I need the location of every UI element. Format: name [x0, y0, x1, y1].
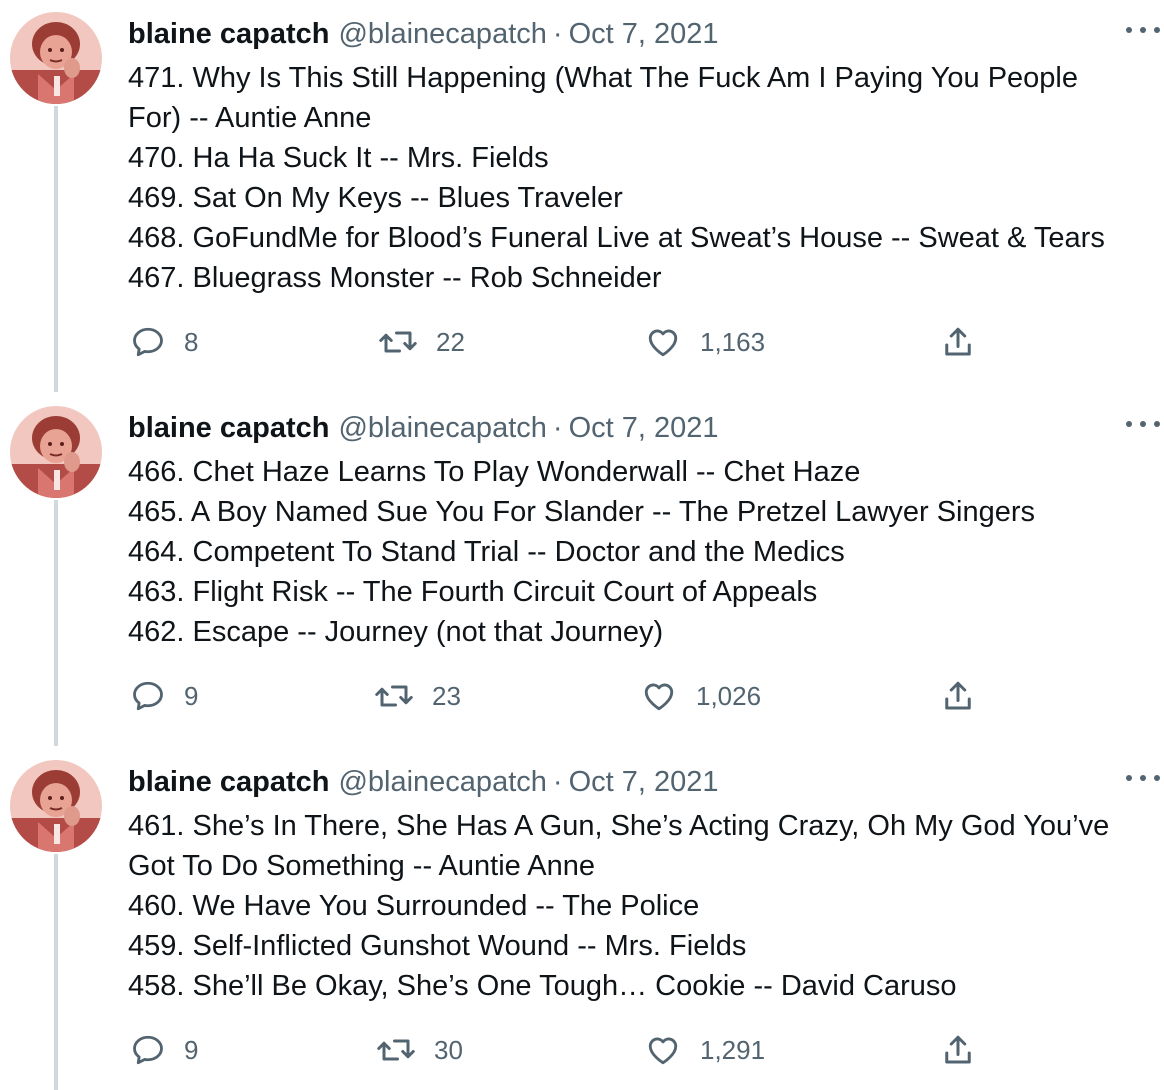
tweet-text-line: 468. GoFundMe for Blood’s Funeral Live a…	[128, 222, 1105, 254]
heart-icon	[648, 329, 678, 357]
tweet-actions: 8 22 1,163	[128, 322, 988, 362]
tweet-date[interactable]: Oct 7, 2021	[569, 412, 719, 445]
author-handle[interactable]: @blainecapatch	[338, 412, 546, 445]
like-button[interactable]: 1,163	[644, 322, 765, 362]
more-options-icon[interactable]	[1126, 20, 1160, 40]
like-count: 1,163	[700, 326, 766, 357]
like-button[interactable]: 1,026	[640, 676, 761, 716]
tweet-text-line: 461. She’s In There, She Has A Gun, She’…	[128, 810, 1110, 842]
share-button[interactable]	[940, 322, 976, 362]
heart-icon	[644, 683, 674, 711]
author-name[interactable]: blaine capatch	[128, 766, 329, 799]
share-icon	[945, 327, 971, 356]
more-options-icon[interactable]	[1126, 414, 1160, 434]
avatar[interactable]	[10, 12, 102, 104]
header-separator: ·	[552, 765, 563, 798]
tweet-header: blaine capatch @blainecapatch · Oct 7, 2…	[128, 762, 719, 802]
author-handle[interactable]: @blainecapatch	[338, 18, 546, 51]
share-button[interactable]	[940, 1030, 976, 1070]
avatar[interactable]	[10, 760, 102, 852]
tweet-text-line: 469. Sat On My Keys -- Blues Traveler	[128, 182, 623, 214]
reply-button[interactable]: 9	[130, 1030, 198, 1070]
like-count: 1,291	[700, 1034, 766, 1065]
header-separator: ·	[552, 411, 563, 444]
tweet-text-line: 459. Self-Inflicted Gunshot Wound -- Mrs…	[128, 930, 747, 962]
tweet-header: blaine capatch @blainecapatch · Oct 7, 2…	[128, 14, 719, 54]
retweet-button[interactable]: 22	[378, 322, 465, 362]
reply-count: 8	[184, 326, 199, 357]
like-button[interactable]: 1,291	[644, 1030, 765, 1070]
tweet-text-line: 465. A Boy Named Sue You For Slander -- …	[128, 496, 1036, 528]
reply-button[interactable]: 9	[130, 676, 198, 716]
tweet-text-line: Got To Do Something -- Auntie Anne	[128, 850, 595, 882]
more-options-icon[interactable]	[1126, 768, 1160, 788]
tweet-actions: 9 30 1,291	[128, 1030, 988, 1070]
share-icon	[945, 1035, 971, 1064]
reply-count: 9	[184, 1034, 199, 1065]
reply-icon	[133, 1035, 163, 1065]
tweet-actions: 9 23 1,026	[128, 676, 988, 716]
tweet-text-line: 464. Competent To Stand Trial -- Doctor …	[128, 536, 845, 568]
avatar[interactable]	[10, 406, 102, 498]
tweet-text-line: 471. Why Is This Still Happening (What T…	[128, 62, 1078, 94]
heart-icon	[648, 1037, 678, 1065]
retweet-icon	[379, 331, 417, 353]
tweet-text: 466. Chet Haze Learns To Play Wonderwall…	[128, 452, 1148, 652]
tweet-text: 461. She’s In There, She Has A Gun, She’…	[128, 806, 1148, 1006]
tweet-text-line: 462. Escape -- Journey (not that Journey…	[128, 616, 664, 648]
like-count: 1,026	[696, 680, 762, 711]
tweet-date[interactable]: Oct 7, 2021	[569, 766, 719, 799]
reply-icon	[133, 681, 163, 711]
tweet[interactable]: blaine capatch @blainecapatch · Oct 7, 2…	[0, 0, 1164, 392]
author-handle[interactable]: @blainecapatch	[338, 766, 546, 799]
tweet-text-line: For) -- Auntie Anne	[128, 102, 372, 134]
retweet-count: 23	[432, 680, 461, 711]
retweet-count: 30	[434, 1034, 463, 1065]
tweet-text-line: 467. Bluegrass Monster -- Rob Schneider	[128, 262, 662, 294]
retweet-icon	[375, 685, 413, 707]
tweet-date[interactable]: Oct 7, 2021	[569, 18, 719, 51]
share-icon	[945, 681, 971, 710]
tweet-text-line: 463. Flight Risk -- The Fourth Circuit C…	[128, 576, 818, 608]
tweet-text-line: 470. Ha Ha Suck It -- Mrs. Fields	[128, 142, 549, 174]
retweet-icon	[377, 1039, 415, 1061]
author-name[interactable]: blaine capatch	[128, 412, 329, 445]
share-button[interactable]	[940, 676, 976, 716]
reply-button[interactable]: 8	[130, 322, 198, 362]
retweet-button[interactable]: 23	[374, 676, 461, 716]
tweet[interactable]: blaine capatch @blainecapatch · Oct 7, 2…	[0, 394, 1164, 746]
reply-icon	[133, 327, 163, 357]
author-name[interactable]: blaine capatch	[128, 18, 329, 51]
retweet-count: 22	[436, 326, 465, 357]
tweet-text-line: 460. We Have You Surrounded -- The Polic…	[128, 890, 700, 922]
tweet-header: blaine capatch @blainecapatch · Oct 7, 2…	[128, 408, 719, 448]
tweet-thread: blaine capatch @blainecapatch · Oct 7, 2…	[0, 0, 1164, 1090]
tweet-text-line: 466. Chet Haze Learns To Play Wonderwall…	[128, 456, 861, 488]
retweet-button[interactable]: 30	[376, 1030, 463, 1070]
header-separator: ·	[552, 17, 563, 50]
reply-count: 9	[184, 680, 199, 711]
tweet-text: 471. Why Is This Still Happening (What T…	[128, 58, 1148, 298]
tweet-text-line: 458. She’ll Be Okay, She’s One Tough… Co…	[128, 970, 957, 1002]
tweet[interactable]: blaine capatch @blainecapatch · Oct 7, 2…	[0, 748, 1164, 1090]
